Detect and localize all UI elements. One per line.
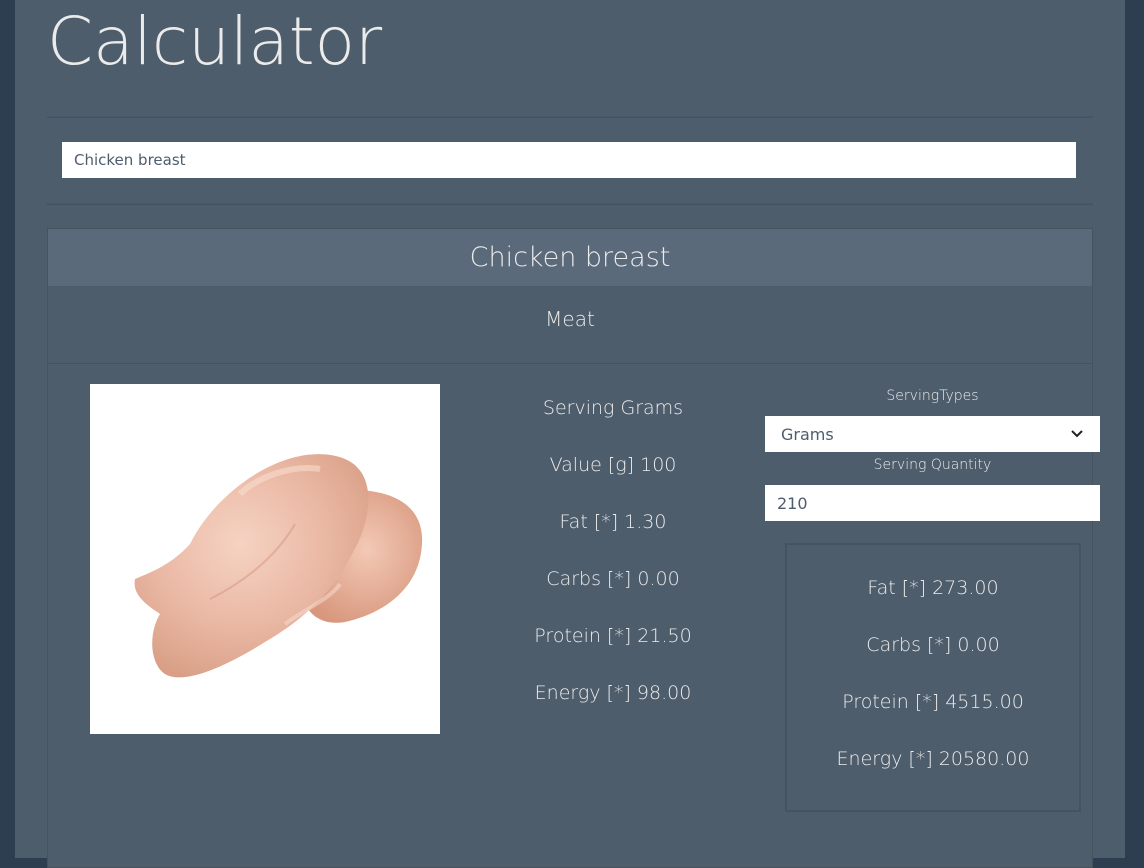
food-category: Meat <box>545 307 595 331</box>
serving-types-label: ServingTypes <box>886 388 979 404</box>
food-search-input[interactable] <box>62 142 1076 178</box>
chevron-down-icon <box>1070 427 1084 441</box>
calculated-results: Fat [*] 273.00 Carbs [*] 0.00 Protein [*… <box>785 543 1081 812</box>
base-protein: Protein [*] 21.50 <box>534 625 692 647</box>
result-energy: Energy [*] 20580.00 <box>836 748 1030 770</box>
nutrient-info: Serving Grams Value [g] 100 Fat [*] 1.30… <box>488 384 738 726</box>
base-energy: Energy [*] 98.00 <box>534 682 692 704</box>
base-carbs: Carbs [*] 0.00 <box>546 568 680 590</box>
serving-quantity-label: Serving Quantity <box>873 457 992 473</box>
base-fat: Fat [*] 1.30 <box>559 511 667 533</box>
chicken-breast-icon <box>134 454 423 678</box>
page-title: Calculator <box>47 3 383 80</box>
food-name: Chicken breast <box>469 242 671 273</box>
food-category-row: Meat <box>48 286 1092 364</box>
main-container: Calculator Chicken breast Meat <box>15 0 1125 868</box>
serving-type-label: Serving Grams <box>542 397 684 419</box>
result-protein: Protein [*] 4515.00 <box>842 691 1024 713</box>
food-card: Chicken breast Meat Serving Grams Value … <box>47 228 1100 868</box>
result-fat: Fat [*] 273.00 <box>867 577 999 599</box>
serving-type-select[interactable]: Grams <box>765 416 1100 452</box>
food-card-header: Chicken breast <box>48 229 1092 286</box>
search-divider <box>47 203 1093 205</box>
serving-type-selected: Grams <box>781 424 834 444</box>
top-divider <box>47 116 1093 118</box>
base-value: Value [g] 100 <box>549 454 677 476</box>
chicken-breast-image <box>90 384 440 734</box>
serving-quantity-input[interactable] <box>765 485 1100 521</box>
result-carbs: Carbs [*] 0.00 <box>866 634 1000 656</box>
